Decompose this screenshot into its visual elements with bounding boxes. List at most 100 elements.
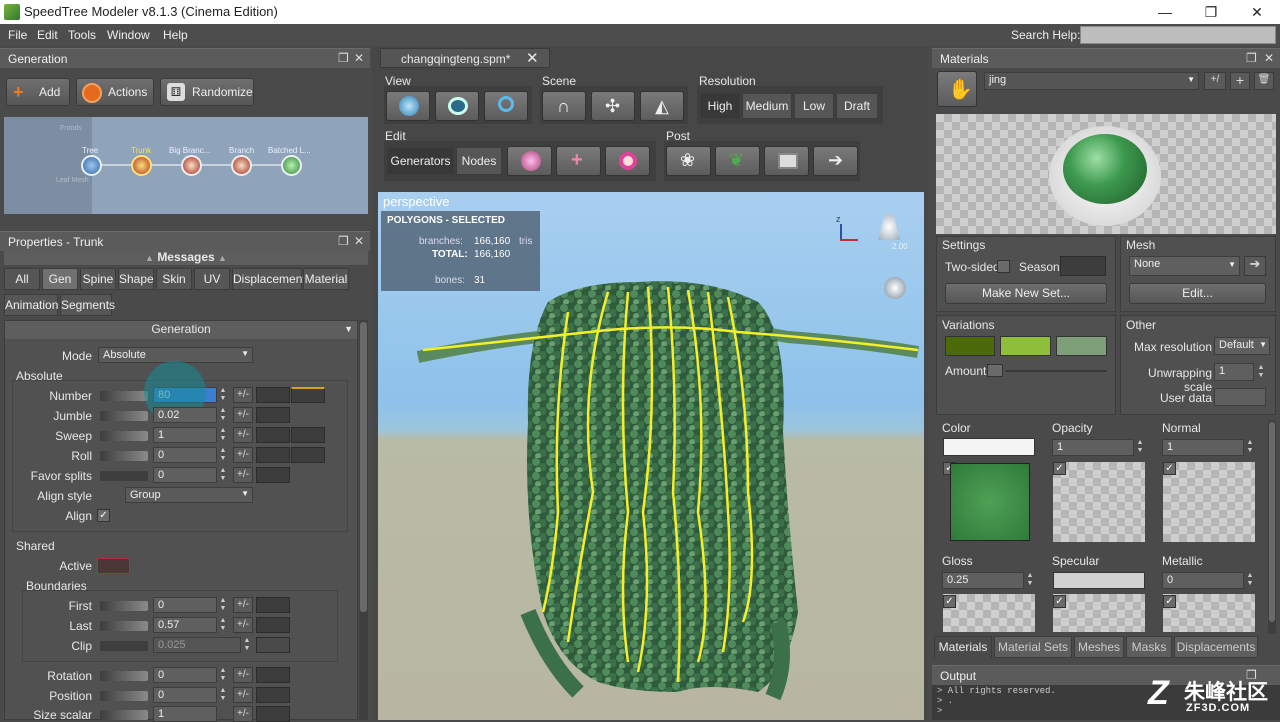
first-slider[interactable]: [100, 601, 148, 611]
tab-material-sets[interactable]: Material Sets: [994, 636, 1072, 658]
opacity-spinner[interactable]: ▲ ▼: [1135, 439, 1145, 455]
tab-all[interactable]: All: [4, 268, 40, 290]
close-panel-icon[interactable]: ✕: [354, 234, 364, 248]
material-name-select[interactable]: jing ▼: [984, 72, 1199, 90]
favor-splits-plusminus-button[interactable]: +/-: [233, 467, 253, 483]
jumble-spinner[interactable]: ▲ ▼: [218, 407, 228, 423]
menu-window[interactable]: Window: [107, 28, 150, 42]
tab-animation[interactable]: Animation: [4, 294, 58, 316]
paint-tool-button[interactable]: [507, 146, 552, 176]
roll-input[interactable]: 0: [153, 447, 217, 463]
active-swatch[interactable]: [97, 558, 130, 574]
number-plusminus-button[interactable]: +/-: [233, 387, 253, 403]
close-panel-icon[interactable]: ✕: [354, 51, 364, 65]
zoom-view-button[interactable]: [484, 91, 528, 121]
align-checkbox[interactable]: ✓: [97, 509, 110, 522]
materials-scroll-thumb[interactable]: [1269, 422, 1275, 622]
unwrapping-scale-input[interactable]: 1: [1214, 363, 1254, 381]
first-plusminus-button[interactable]: +/-: [233, 597, 253, 613]
normal-input[interactable]: 1: [1162, 439, 1244, 456]
position-curve-swatch[interactable]: [256, 687, 290, 703]
position-plusminus-button[interactable]: +/-: [233, 687, 253, 703]
rotation-spinner[interactable]: ▲ ▼: [218, 667, 228, 683]
tab-material[interactable]: Material: [303, 268, 349, 290]
menu-tools[interactable]: Tools: [68, 28, 96, 42]
actions-button[interactable]: Actions: [76, 78, 154, 106]
menu-help[interactable]: Help: [163, 28, 188, 42]
tab-skin[interactable]: Skin: [156, 268, 192, 290]
color-texture-thumbnail[interactable]: [950, 463, 1030, 541]
last-input[interactable]: 0.57: [153, 617, 217, 633]
number-curve-swatch[interactable]: [256, 387, 290, 403]
collapse-chevron-icon[interactable]: ▼: [344, 321, 353, 338]
metallic-spinner[interactable]: ▲ ▼: [1245, 572, 1255, 588]
gloss-input[interactable]: 0.25: [942, 572, 1024, 589]
sweep-slider[interactable]: [100, 431, 148, 441]
menu-edit[interactable]: Edit: [37, 28, 58, 42]
float-panel-icon[interactable]: ❐: [338, 234, 349, 248]
nodes-mode-button[interactable]: Nodes: [456, 147, 502, 175]
position-slider[interactable]: [100, 691, 148, 701]
post-cluster-button[interactable]: ❀: [666, 146, 711, 176]
graph-node-trunk[interactable]: [131, 155, 152, 176]
sweep-input[interactable]: 1: [153, 427, 217, 443]
messages-bar[interactable]: ▲ Messages ▲: [4, 251, 368, 265]
roll-spinner[interactable]: ▲ ▼: [218, 447, 228, 463]
clip-spinner[interactable]: ▲ ▼: [242, 637, 252, 653]
roll-plusminus-button[interactable]: +/-: [233, 447, 253, 463]
mesh-edit-button[interactable]: Edit...: [1129, 283, 1266, 304]
opacity-input[interactable]: 1: [1052, 439, 1134, 456]
specular-swatch[interactable]: [1053, 572, 1145, 589]
globe-view-button[interactable]: [386, 91, 430, 121]
make-new-set-button[interactable]: Make New Set...: [945, 283, 1107, 304]
tab-displacements[interactable]: Displacements: [1174, 636, 1258, 658]
favor-splits-curve-swatch[interactable]: [256, 467, 290, 483]
amount-slider-handle[interactable]: [987, 364, 1003, 377]
clip-curve-swatch[interactable]: [256, 637, 290, 653]
resolution-low-button[interactable]: Low: [794, 93, 834, 119]
metallic-texture-thumbnail[interactable]: [1163, 594, 1255, 632]
amount-slider-track[interactable]: [1005, 370, 1107, 372]
graph-node-batched[interactable]: [281, 155, 302, 176]
favor-splits-spinner[interactable]: ▲ ▼: [218, 467, 228, 483]
metallic-map-checkbox[interactable]: ✓: [1163, 595, 1176, 608]
tab-segments[interactable]: Segments: [60, 294, 115, 316]
gloss-spinner[interactable]: ▲ ▼: [1025, 572, 1035, 588]
post-image-button[interactable]: [764, 146, 809, 176]
scene-light-button[interactable]: ◭: [640, 91, 684, 121]
add-button[interactable]: + Add: [6, 78, 70, 106]
jumble-curve-swatch[interactable]: [256, 407, 290, 423]
resolution-high-button[interactable]: High: [700, 93, 740, 119]
last-spinner[interactable]: ▲ ▼: [218, 617, 228, 633]
tab-spine[interactable]: Spine: [80, 268, 116, 290]
first-input[interactable]: 0: [153, 597, 217, 613]
properties-scroll-thumb[interactable]: [360, 322, 367, 612]
add-material-button[interactable]: +: [1230, 72, 1250, 90]
material-preview[interactable]: [936, 114, 1276, 234]
graph-node-bigbranch[interactable]: [181, 155, 202, 176]
roll-curve-swatch-2[interactable]: [291, 447, 325, 463]
tab-gen[interactable]: Gen: [42, 268, 78, 290]
normal-map-checkbox[interactable]: ✓: [1163, 462, 1176, 475]
roll-curve-swatch[interactable]: [256, 447, 290, 463]
align-style-select[interactable]: Group ▼: [125, 487, 253, 503]
tab-meshes[interactable]: Meshes: [1074, 636, 1124, 658]
rotation-plusminus-button[interactable]: +/-: [233, 667, 253, 683]
opacity-texture-thumbnail[interactable]: [1053, 462, 1145, 542]
favor-splits-input[interactable]: 0: [153, 467, 217, 483]
sweep-curve-swatch-2[interactable]: [291, 427, 325, 443]
search-help-input[interactable]: [1080, 26, 1276, 44]
first-curve-swatch[interactable]: [256, 597, 290, 613]
tab-materials[interactable]: Materials: [934, 636, 992, 658]
graph-node-branch[interactable]: [231, 155, 252, 176]
tab-shape[interactable]: Shape: [118, 268, 154, 290]
clip-slider[interactable]: [100, 641, 148, 651]
jumble-slider[interactable]: [100, 411, 148, 421]
favor-splits-slider[interactable]: [100, 471, 148, 481]
add-node-tool-button[interactable]: +: [556, 146, 601, 176]
material-plusminus-button[interactable]: +/: [1204, 72, 1226, 90]
document-tab[interactable]: changqingteng.spm* ✕: [380, 48, 550, 68]
rotation-curve-swatch[interactable]: [256, 667, 290, 683]
color-swatch[interactable]: [943, 438, 1035, 456]
viewport-canvas[interactable]: perspective POLYGONS - SELECTED branches…: [378, 192, 924, 720]
